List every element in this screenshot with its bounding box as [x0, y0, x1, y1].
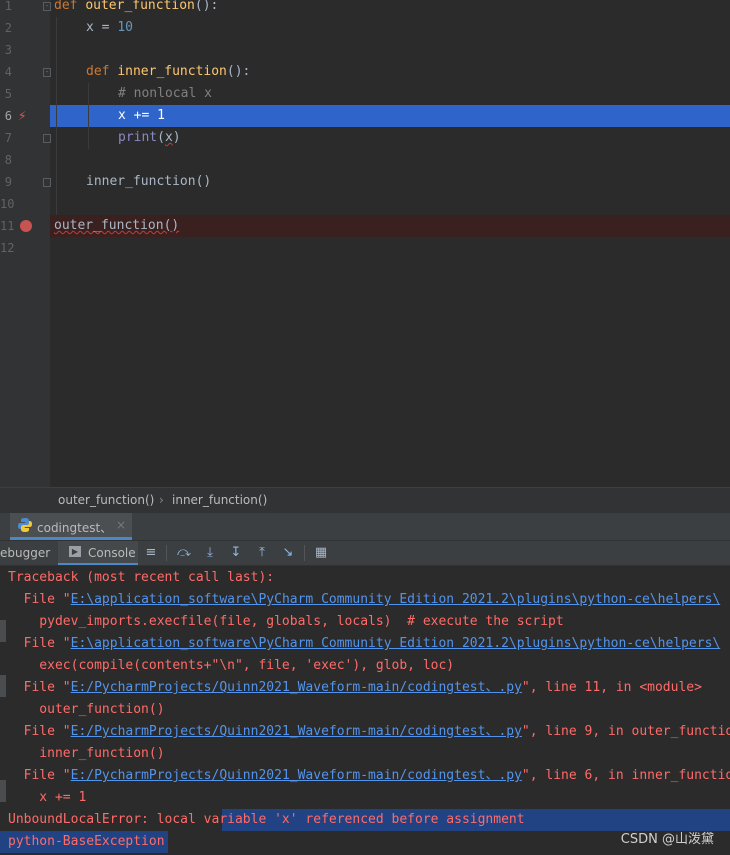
console-text: File ": [8, 680, 71, 695]
console-side-marker: [0, 675, 6, 697]
code-text: (: [157, 130, 165, 145]
console-line: pydev_imports.execfile(file, globals, lo…: [8, 614, 564, 629]
breadcrumb: outer_function() › inner_function(): [0, 487, 730, 513]
file-link[interactable]: E:/PycharmProjects/Quinn2021_Waveform-ma…: [71, 680, 522, 695]
line-number: 11: [0, 219, 15, 233]
code-text: ): [172, 130, 181, 145]
execution-point-icon: ⚡: [18, 108, 27, 124]
run-tab-label: codingtest、: [37, 521, 113, 535]
console-text: ", line 6, in inner_function: [521, 768, 730, 783]
function-name: outer_function: [85, 0, 195, 13]
debug-toolbar: ebugger ▶ Console ≡ ⤼ ⤓ ↧ ⤒ ↘ ▦: [0, 540, 730, 566]
code-line-5: # nonlocal x: [118, 86, 212, 101]
console-text: File ": [8, 724, 71, 739]
console-text: ", line 9, in outer_function: [521, 724, 730, 739]
console-text: File ": [8, 636, 71, 651]
error-message: UnboundLocalError: local variable 'x' re…: [8, 812, 525, 827]
line-number: 5: [4, 87, 12, 101]
code-line-2: x = 10: [86, 17, 133, 39]
tab-console-label: Console: [88, 546, 136, 560]
step-over-icon[interactable]: ⤼: [176, 545, 192, 561]
console-line: File "E:/PycharmProjects/Quinn2021_Wavef…: [8, 721, 730, 743]
step-into-my-code-icon[interactable]: ↧: [228, 545, 244, 561]
code-line-7: print(x): [118, 127, 181, 149]
exception-label: python-BaseException: [8, 834, 165, 849]
fold-marker-icon[interactable]: -: [43, 68, 51, 77]
run-tab-bar: codingtest、 ×: [0, 513, 730, 540]
fold-marker-icon[interactable]: -: [43, 2, 51, 11]
breakpoint-icon[interactable]: [20, 220, 32, 232]
line-number: 12: [0, 241, 15, 255]
file-link[interactable]: E:\application_software\PyCharm Communit…: [71, 592, 721, 607]
fold-end-icon[interactable]: [43, 134, 51, 143]
code-editor[interactable]: 1 2 3 4 5 6 7 8 9 10 11 12 - - ⚡ def out…: [0, 0, 730, 487]
file-link[interactable]: E:/PycharmProjects/Quinn2021_Waveform-ma…: [71, 724, 522, 739]
line-number: 1: [4, 0, 12, 13]
toolbar-divider: [304, 545, 305, 561]
run-tab[interactable]: codingtest、 ×: [10, 513, 132, 540]
code-line-11: outer_function(): [54, 218, 180, 233]
line-number: 8: [4, 153, 12, 167]
console-line: File "E:\application_software\PyCharm Co…: [8, 633, 721, 655]
line-number: 4: [4, 65, 12, 79]
breadcrumb-item[interactable]: inner_function(): [172, 493, 267, 507]
indent-guide: [56, 17, 57, 215]
code-text: x: [164, 130, 173, 145]
step-out-icon[interactable]: ⤒: [254, 545, 270, 561]
console-output[interactable]: Traceback (most recent call last): File …: [0, 566, 730, 855]
console-text: ", line 11, in <module>: [521, 680, 702, 695]
line-number: 10: [0, 197, 15, 211]
console-side-marker: [0, 620, 6, 642]
console-text: File ": [8, 592, 71, 607]
console-line: File "E:\application_software\PyCharm Co…: [8, 589, 721, 611]
code-text: x =: [86, 20, 118, 35]
breadcrumb-separator: ›: [159, 493, 164, 507]
fold-end-icon[interactable]: [43, 178, 51, 187]
file-link[interactable]: E:/PycharmProjects/Quinn2021_Waveform-ma…: [71, 768, 522, 783]
console-icon: ▶: [69, 546, 81, 557]
watermark: CSDN @山泼黛: [620, 832, 714, 847]
breadcrumb-item[interactable]: outer_function(): [58, 493, 154, 507]
console-line: File "E:/PycharmProjects/Quinn2021_Wavef…: [8, 677, 702, 699]
indent-guide: [88, 83, 89, 149]
step-into-icon[interactable]: ⤓: [202, 545, 218, 561]
code-line-6: x += 1: [118, 108, 165, 123]
tab-debugger[interactable]: ebugger: [0, 546, 50, 560]
close-icon[interactable]: ×: [116, 518, 126, 532]
code-line-4: def inner_function():: [86, 61, 250, 83]
toolbar-divider: [166, 545, 167, 561]
console-line: outer_function(): [8, 702, 165, 717]
file-link[interactable]: E:\application_software\PyCharm Communit…: [71, 636, 721, 651]
evaluate-expression-icon[interactable]: ▦: [313, 545, 329, 561]
function-name: inner_function: [117, 64, 227, 79]
code-line-9: inner_function(): [86, 174, 212, 189]
builtin-name: print: [118, 130, 158, 145]
console-line: Traceback (most recent call last):: [8, 570, 275, 585]
tab-console[interactable]: ▶ Console: [58, 541, 138, 565]
menu-icon[interactable]: ≡: [143, 545, 159, 561]
line-number: 3: [4, 43, 12, 57]
line-number: 6: [4, 109, 12, 123]
line-number: 7: [4, 131, 12, 145]
line-number: 9: [4, 175, 12, 189]
console-text: File ": [8, 768, 71, 783]
number-literal: 10: [117, 20, 133, 35]
code-text: ():: [194, 0, 219, 13]
console-side-marker: [0, 780, 6, 802]
run-to-cursor-icon[interactable]: ↘: [280, 545, 296, 561]
console-line: exec(compile(contents+"\n", file, 'exec'…: [8, 658, 455, 673]
keyword: def: [86, 64, 110, 79]
console-line: File "E:/PycharmProjects/Quinn2021_Wavef…: [8, 765, 730, 787]
console-line: x += 1: [8, 790, 87, 805]
line-number: 2: [4, 21, 12, 35]
console-line: inner_function(): [8, 746, 165, 761]
code-text: ():: [226, 64, 251, 79]
python-icon: [18, 518, 32, 532]
keyword: def: [54, 0, 78, 13]
code-line-1: def outer_function():: [54, 0, 218, 17]
